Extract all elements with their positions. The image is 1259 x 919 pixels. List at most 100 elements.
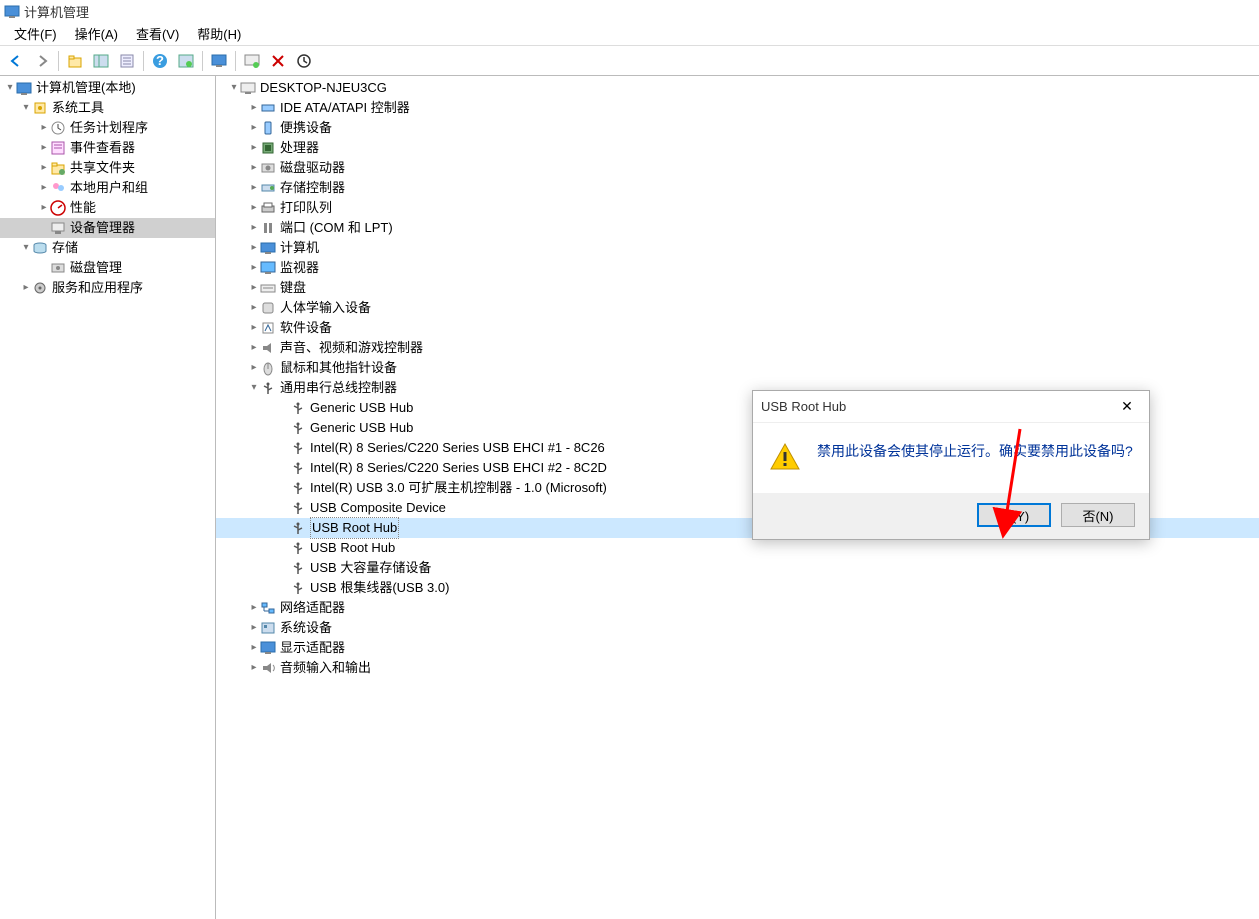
tree-item[interactable]: 服务和应用程序 xyxy=(0,278,215,298)
menu-action[interactable]: 操作(A) xyxy=(67,22,126,45)
event-viewer-icon xyxy=(50,140,66,156)
chevron-right-icon[interactable] xyxy=(38,178,50,198)
tree-item[interactable]: 磁盘驱动器 xyxy=(216,158,1259,178)
chevron-right-icon[interactable] xyxy=(248,598,260,618)
tree-item[interactable]: 音频输入和输出 xyxy=(216,658,1259,678)
chevron-right-icon[interactable] xyxy=(248,178,260,198)
tree-item[interactable]: 系统设备 xyxy=(216,618,1259,638)
usb-icon xyxy=(290,420,306,436)
show-hide-console-button[interactable] xyxy=(89,49,113,73)
usb-icon xyxy=(290,480,306,496)
tree-item[interactable]: IDE ATA/ATAPI 控制器 xyxy=(216,98,1259,118)
computer-mgmt-icon xyxy=(16,80,32,96)
display-icon xyxy=(260,640,276,656)
tree-item-label: Intel(R) USB 3.0 可扩展主机控制器 - 1.0 (Microso… xyxy=(310,478,607,498)
storage-ctrl-icon xyxy=(260,180,276,196)
menu-help[interactable]: 帮助(H) xyxy=(189,22,249,45)
tree-item[interactable]: 端口 (COM 和 LPT) xyxy=(216,218,1259,238)
tree-item[interactable]: 监视器 xyxy=(216,258,1259,278)
no-button[interactable]: 否(N) xyxy=(1061,503,1135,527)
system-tools-icon xyxy=(32,100,48,116)
tree-item[interactable]: 设备管理器 xyxy=(0,218,215,238)
computer-icon xyxy=(240,80,256,96)
tree-item[interactable]: DESKTOP-NJEU3CG xyxy=(216,78,1259,98)
tree-item[interactable]: 存储 xyxy=(0,238,215,258)
tree-item[interactable]: 任务计划程序 xyxy=(0,118,215,138)
chevron-down-icon[interactable] xyxy=(248,378,260,398)
tree-item[interactable]: USB 大容量存储设备 xyxy=(216,558,1259,578)
chevron-right-icon[interactable] xyxy=(38,158,50,178)
tree-item[interactable]: 事件查看器 xyxy=(0,138,215,158)
tree-item[interactable]: USB 根集线器(USB 3.0) xyxy=(216,578,1259,598)
chevron-right-icon[interactable] xyxy=(38,118,50,138)
chevron-right-icon[interactable] xyxy=(248,638,260,658)
tree-item[interactable]: 打印队列 xyxy=(216,198,1259,218)
chevron-right-icon[interactable] xyxy=(248,198,260,218)
chevron-right-icon[interactable] xyxy=(248,158,260,178)
chevron-right-icon[interactable] xyxy=(38,198,50,218)
tree-item[interactable]: 人体学输入设备 xyxy=(216,298,1259,318)
tree-item-label: 磁盘管理 xyxy=(70,258,122,278)
uninstall-button[interactable] xyxy=(292,49,316,73)
chevron-right-icon[interactable] xyxy=(248,258,260,278)
dialog-title-text: USB Root Hub xyxy=(761,399,846,414)
tree-item[interactable]: 本地用户和组 xyxy=(0,178,215,198)
tree-item[interactable]: 性能 xyxy=(0,198,215,218)
menu-file[interactable]: 文件(F) xyxy=(6,22,65,45)
chevron-right-icon[interactable] xyxy=(248,658,260,678)
tree-item[interactable]: 软件设备 xyxy=(216,318,1259,338)
chevron-right-icon[interactable] xyxy=(248,278,260,298)
chevron-right-icon[interactable] xyxy=(248,218,260,238)
properties-button[interactable] xyxy=(115,49,139,73)
chevron-right-icon[interactable] xyxy=(248,318,260,338)
tree-item-label: 显示适配器 xyxy=(280,638,345,658)
hid-icon xyxy=(260,300,276,316)
tree-item[interactable]: USB Root Hub xyxy=(216,538,1259,558)
chevron-right-icon[interactable] xyxy=(248,138,260,158)
menu-view[interactable]: 查看(V) xyxy=(128,22,187,45)
chevron-down-icon[interactable] xyxy=(4,78,16,98)
audio-io-icon xyxy=(260,660,276,676)
tree-item[interactable]: 网络适配器 xyxy=(216,598,1259,618)
back-button[interactable] xyxy=(4,49,28,73)
tree-item-label: 端口 (COM 和 LPT) xyxy=(280,218,393,238)
up-button[interactable] xyxy=(63,49,87,73)
tree-item[interactable]: 显示适配器 xyxy=(216,638,1259,658)
chevron-right-icon[interactable] xyxy=(20,278,32,298)
tree-item[interactable]: 便携设备 xyxy=(216,118,1259,138)
tree-item[interactable]: 磁盘管理 xyxy=(0,258,215,278)
chevron-down-icon[interactable] xyxy=(20,238,32,258)
tree-item[interactable]: 系统工具 xyxy=(0,98,215,118)
chevron-right-icon[interactable] xyxy=(248,358,260,378)
performance-icon xyxy=(50,200,66,216)
refresh-button[interactable] xyxy=(174,49,198,73)
help-button[interactable]: ? xyxy=(148,49,172,73)
disable-button[interactable] xyxy=(266,49,290,73)
dialog-close-button[interactable]: ✕ xyxy=(1113,397,1141,417)
tree-item[interactable]: 鼠标和其他指针设备 xyxy=(216,358,1259,378)
tree-item[interactable]: 计算机管理(本地) xyxy=(0,78,215,98)
chevron-down-icon[interactable] xyxy=(20,98,32,118)
monitor-button[interactable] xyxy=(207,49,231,73)
tree-item[interactable]: 共享文件夹 xyxy=(0,158,215,178)
chevron-right-icon[interactable] xyxy=(248,238,260,258)
tree-item[interactable]: 键盘 xyxy=(216,278,1259,298)
chevron-right-icon[interactable] xyxy=(248,118,260,138)
scan-hardware-button[interactable] xyxy=(240,49,264,73)
ports-icon xyxy=(260,220,276,236)
tree-item[interactable]: 处理器 xyxy=(216,138,1259,158)
tree-item[interactable]: 存储控制器 xyxy=(216,178,1259,198)
chevron-right-icon[interactable] xyxy=(248,618,260,638)
tree-item[interactable]: 声音、视频和游戏控制器 xyxy=(216,338,1259,358)
left-navigation-tree[interactable]: 计算机管理(本地)系统工具任务计划程序事件查看器共享文件夹本地用户和组性能设备管… xyxy=(0,76,216,919)
local-users-icon xyxy=(50,180,66,196)
chevron-right-icon[interactable] xyxy=(248,338,260,358)
chevron-right-icon[interactable] xyxy=(38,138,50,158)
chevron-down-icon[interactable] xyxy=(228,78,240,98)
tree-item[interactable]: 计算机 xyxy=(216,238,1259,258)
tree-item-label: USB 根集线器(USB 3.0) xyxy=(310,578,449,598)
forward-button[interactable] xyxy=(30,49,54,73)
yes-button[interactable]: 是(Y) xyxy=(977,503,1051,527)
chevron-right-icon[interactable] xyxy=(248,298,260,318)
chevron-right-icon[interactable] xyxy=(248,98,260,118)
